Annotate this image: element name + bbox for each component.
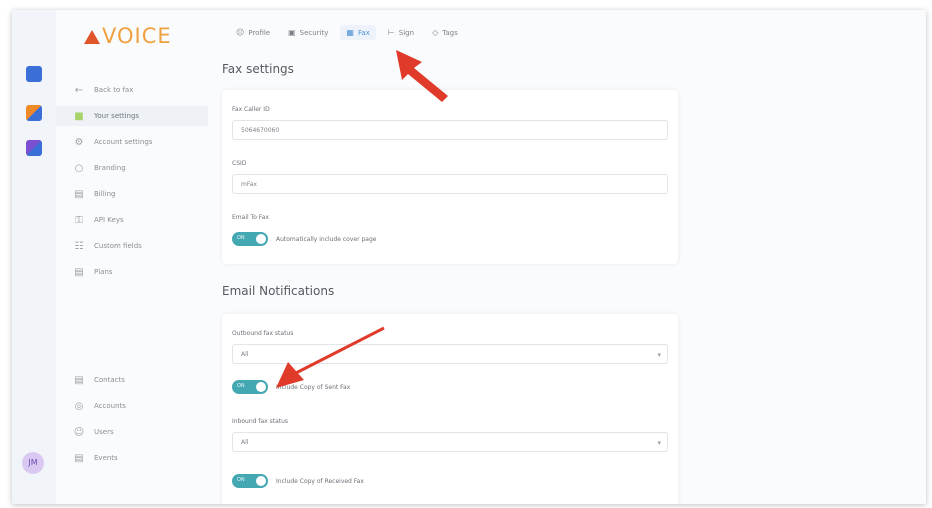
received-copy-toggle-label: Include Copy of Received Fax xyxy=(276,478,364,485)
tab-fax[interactable]: ▦ Fax xyxy=(340,25,376,40)
tab-sign[interactable]: ⊢ Sign xyxy=(382,25,420,40)
sidebar-item-events[interactable]: ▤ Events xyxy=(56,448,208,468)
csid-input[interactable]: mFax xyxy=(232,174,668,194)
fax-app-icon[interactable] xyxy=(26,66,42,82)
person-icon: ☹ xyxy=(236,28,245,37)
inbound-status-label: Inbound fax status xyxy=(232,418,289,425)
cover-page-toggle-label: Automatically include cover page xyxy=(276,236,377,243)
palette-icon: ○ xyxy=(74,162,84,174)
tab-security[interactable]: ▣ Security xyxy=(282,25,334,40)
toggle-knob xyxy=(256,382,266,392)
email-notifications-heading: Email Notifications xyxy=(222,284,335,298)
avatar[interactable]: JM xyxy=(22,452,44,474)
sidebar: VOICE ← Back to fax ■ Your settings ⚙ Ac… xyxy=(56,10,208,504)
caller-id-input[interactable]: 5064670060 xyxy=(232,120,668,140)
sidebar-bottom-nav: ▤ Contacts ◎ Accounts ☺ Users ▤ Events xyxy=(56,370,208,474)
toggle-knob xyxy=(256,476,266,486)
sidebar-item-plans[interactable]: ▤ Plans xyxy=(56,262,208,282)
sidebar-item-account-settings[interactable]: ⚙ Account settings xyxy=(56,132,208,152)
users-icon: ☺ xyxy=(73,426,85,438)
caller-id-label: Fax Caller ID xyxy=(232,106,270,113)
app-window: JM VOICE ← Back to fax ■ Your settings ⚙… xyxy=(12,10,926,504)
tag-icon: ◇ xyxy=(432,28,439,37)
fax-settings-card: Fax Caller ID 5064670060 CSID mFax Email… xyxy=(222,90,678,264)
received-copy-toggle[interactable]: ON xyxy=(232,474,268,488)
arrow-left-icon: ← xyxy=(74,84,84,96)
chevron-down-icon: ▾ xyxy=(657,351,661,359)
annotation-arrow-sent-copy xyxy=(276,326,385,388)
logo-triangle-icon xyxy=(84,30,100,44)
sidebar-item-contacts[interactable]: ▤ Contacts xyxy=(56,370,208,390)
fields-icon: ☷ xyxy=(74,240,84,252)
sidebar-item-back-to-fax[interactable]: ← Back to fax xyxy=(56,80,208,100)
sidebar-item-branding[interactable]: ○ Branding xyxy=(56,158,208,178)
gear-icon: ⚙ xyxy=(74,136,84,148)
sidebar-item-api-keys[interactable]: ⚿ API Keys xyxy=(56,210,208,230)
key-icon: ⚿ xyxy=(75,214,83,226)
email-to-fax-label: Email To Fax xyxy=(232,214,269,221)
sidebar-nav: ← Back to fax ■ Your settings ⚙ Account … xyxy=(56,80,208,288)
sign-app-icon[interactable] xyxy=(26,140,42,156)
inbound-status-select[interactable]: All ▾ xyxy=(232,432,668,452)
sidebar-item-billing[interactable]: ▤ Billing xyxy=(56,184,208,204)
accounts-icon: ◎ xyxy=(74,400,84,412)
person-icon: ■ xyxy=(74,110,84,122)
sent-copy-toggle[interactable]: ON xyxy=(232,380,268,394)
sidebar-item-your-settings[interactable]: ■ Your settings xyxy=(56,106,208,126)
settings-tabs: ☹ Profile ▣ Security ▦ Fax ⊢ Sign ◇ Tags xyxy=(230,25,464,40)
fax-settings-heading: Fax settings xyxy=(222,62,294,76)
sidebar-item-accounts[interactable]: ◎ Accounts xyxy=(56,396,208,416)
sign-icon: ⊢ xyxy=(387,28,395,37)
events-icon: ▤ xyxy=(74,452,84,464)
cover-page-toggle[interactable]: ON xyxy=(232,232,268,246)
voice-app-icon[interactable] xyxy=(26,105,42,121)
csid-label: CSID xyxy=(232,160,247,167)
tab-tags[interactable]: ◇ Tags xyxy=(426,25,464,40)
annotation-arrow-fax-tab xyxy=(396,50,448,102)
tab-profile[interactable]: ☹ Profile xyxy=(230,25,276,40)
lock-icon: ▣ xyxy=(288,28,296,37)
brand-logo[interactable]: VOICE xyxy=(84,24,172,48)
toggle-knob xyxy=(256,234,266,244)
contacts-icon: ▤ xyxy=(74,374,84,386)
app-rail: JM xyxy=(12,10,57,504)
sidebar-item-users[interactable]: ☺ Users xyxy=(56,422,208,442)
plans-icon: ▤ xyxy=(74,266,84,278)
fax-icon: ▦ xyxy=(346,28,354,37)
main-content: ☹ Profile ▣ Security ▦ Fax ⊢ Sign ◇ Tags… xyxy=(208,10,926,504)
sidebar-item-custom-fields[interactable]: ☷ Custom fields xyxy=(56,236,208,256)
billing-icon: ▤ xyxy=(74,188,84,200)
chevron-down-icon: ▾ xyxy=(657,439,661,447)
